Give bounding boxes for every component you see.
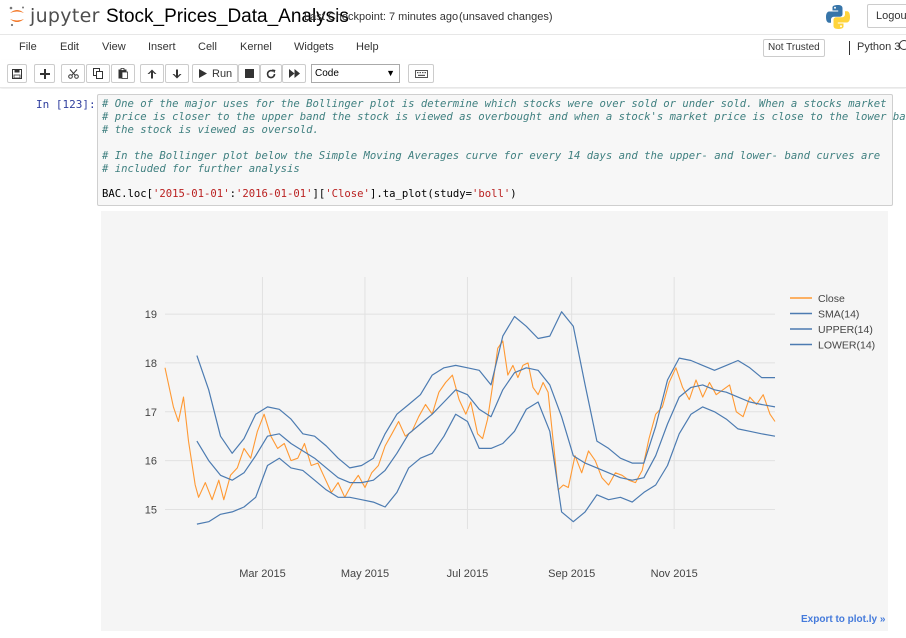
code-token: ][ bbox=[312, 188, 326, 200]
restart-button[interactable] bbox=[260, 64, 282, 83]
y-tick-label: 15 bbox=[145, 504, 157, 516]
menu-cell[interactable]: Cell bbox=[198, 41, 217, 53]
code-comment-line: # included for further analysis bbox=[102, 163, 300, 175]
menu-file[interactable]: File bbox=[19, 41, 37, 53]
move-down-button[interactable] bbox=[165, 64, 189, 83]
save-status: (unsaved changes) bbox=[459, 11, 553, 23]
x-tick-label: Jul 2015 bbox=[447, 568, 489, 580]
toolbar: Run Code ▼ bbox=[0, 60, 906, 88]
legend-label: Close bbox=[818, 293, 845, 305]
fast-forward-icon bbox=[288, 69, 300, 78]
code-string: '2016-01-01' bbox=[235, 188, 313, 200]
logout-button[interactable]: Logout bbox=[867, 4, 906, 28]
series-line-close bbox=[164, 340, 776, 501]
y-tick-label: 17 bbox=[145, 407, 157, 419]
run-icon bbox=[199, 69, 207, 78]
y-tick-label: 16 bbox=[145, 456, 157, 468]
header: jupyter Stock_Prices_Data_Analysis Last … bbox=[0, 0, 906, 34]
code-string: '2015-01-01' bbox=[153, 188, 230, 200]
legend-label: LOWER(14) bbox=[818, 340, 875, 352]
x-tick-label: Sep 2015 bbox=[548, 568, 595, 580]
command-palette-button[interactable] bbox=[408, 64, 434, 83]
code-comment-line: # the stock is viewed as oversold. bbox=[102, 124, 319, 136]
y-tick-label: 18 bbox=[145, 358, 157, 370]
save-button[interactable] bbox=[7, 64, 27, 83]
cut-icon bbox=[67, 68, 79, 79]
checkpoint-status: Last Checkpoint: 7 minutes ago bbox=[304, 11, 459, 23]
menu-edit[interactable]: Edit bbox=[60, 41, 79, 53]
kernel-idle-icon bbox=[899, 40, 906, 50]
cell-type-select[interactable]: Code ▼ bbox=[311, 64, 400, 83]
save-icon bbox=[12, 68, 22, 79]
legend-label: SMA(14) bbox=[818, 309, 859, 321]
menu-help[interactable]: Help bbox=[356, 41, 379, 53]
jupyter-logo[interactable]: jupyter bbox=[8, 4, 100, 28]
code-comment-line: # price is closer to the upper band the … bbox=[102, 111, 906, 123]
copy-button[interactable] bbox=[86, 64, 110, 83]
bollinger-chart[interactable]: 15 16 17 18 19 Mar 2015 May 2015 Jul 2015 Sep 20… bbox=[101, 211, 888, 631]
code-cell-input[interactable]: # One of the major uses for the Bollinge… bbox=[97, 94, 906, 206]
kernel-name: Python 3 bbox=[857, 41, 901, 53]
paste-icon bbox=[118, 68, 128, 79]
plotly-output: 15 16 17 18 19 Mar 2015 May 2015 Jul 2015 Sep 20… bbox=[101, 211, 888, 631]
code-token: ) bbox=[510, 188, 517, 200]
legend-label: UPPER(14) bbox=[818, 324, 873, 336]
menu-view[interactable]: View bbox=[102, 41, 126, 53]
menu-kernel[interactable]: Kernel bbox=[240, 41, 272, 53]
x-tick-label: Mar 2015 bbox=[239, 568, 285, 580]
cell-type-value: Code bbox=[315, 68, 339, 79]
run-label: Run bbox=[212, 67, 233, 80]
menu-widgets[interactable]: Widgets bbox=[294, 41, 334, 53]
code-string: 'boll' bbox=[472, 188, 511, 200]
insert-cell-button[interactable] bbox=[34, 64, 55, 83]
arrow-up-icon bbox=[147, 69, 157, 78]
plus-icon bbox=[39, 68, 50, 79]
code-statement-line: BAC.loc['2015-01-01':'2016-01-01']['Clos… bbox=[102, 188, 517, 200]
stop-icon bbox=[244, 69, 254, 78]
code-token: BAC.loc[ bbox=[102, 188, 154, 200]
input-prompt: In [123]: bbox=[36, 98, 96, 111]
code-token: ].ta_plot(study= bbox=[369, 188, 472, 200]
y-tick-label: 19 bbox=[145, 309, 157, 321]
code-string: 'Close' bbox=[325, 188, 370, 200]
run-button[interactable]: Run bbox=[192, 64, 238, 83]
move-up-button[interactable] bbox=[140, 64, 164, 83]
logo-text: jupyter bbox=[30, 5, 100, 27]
export-to-plotly-link[interactable]: Export to plot.ly » bbox=[801, 614, 885, 625]
series-line-lower-14 bbox=[196, 401, 776, 525]
arrow-down-icon bbox=[172, 69, 182, 78]
copy-icon bbox=[93, 68, 103, 79]
chevron-down-icon: ▼ bbox=[386, 68, 395, 78]
x-tick-label: May 2015 bbox=[341, 568, 389, 580]
keyboard-icon bbox=[414, 69, 428, 78]
restart-run-all-button[interactable] bbox=[282, 64, 306, 83]
jupyter-icon bbox=[9, 6, 24, 27]
trust-button[interactable]: Not Trusted bbox=[763, 39, 825, 57]
python-logo-icon bbox=[826, 5, 850, 29]
menu-insert[interactable]: Insert bbox=[148, 41, 176, 53]
cut-button[interactable] bbox=[61, 64, 85, 83]
kernel-separator bbox=[849, 41, 850, 55]
restart-icon bbox=[266, 68, 276, 78]
interrupt-button[interactable] bbox=[238, 64, 260, 83]
code-comment-line: # In the Bollinger plot below the Simple… bbox=[102, 150, 881, 162]
x-tick-label: Nov 2015 bbox=[651, 568, 698, 580]
menubar: File Edit View Insert Cell Kernel Widget… bbox=[0, 34, 906, 60]
code-comment-line: # One of the major uses for the Bollinge… bbox=[102, 98, 887, 110]
paste-button[interactable] bbox=[111, 64, 135, 83]
